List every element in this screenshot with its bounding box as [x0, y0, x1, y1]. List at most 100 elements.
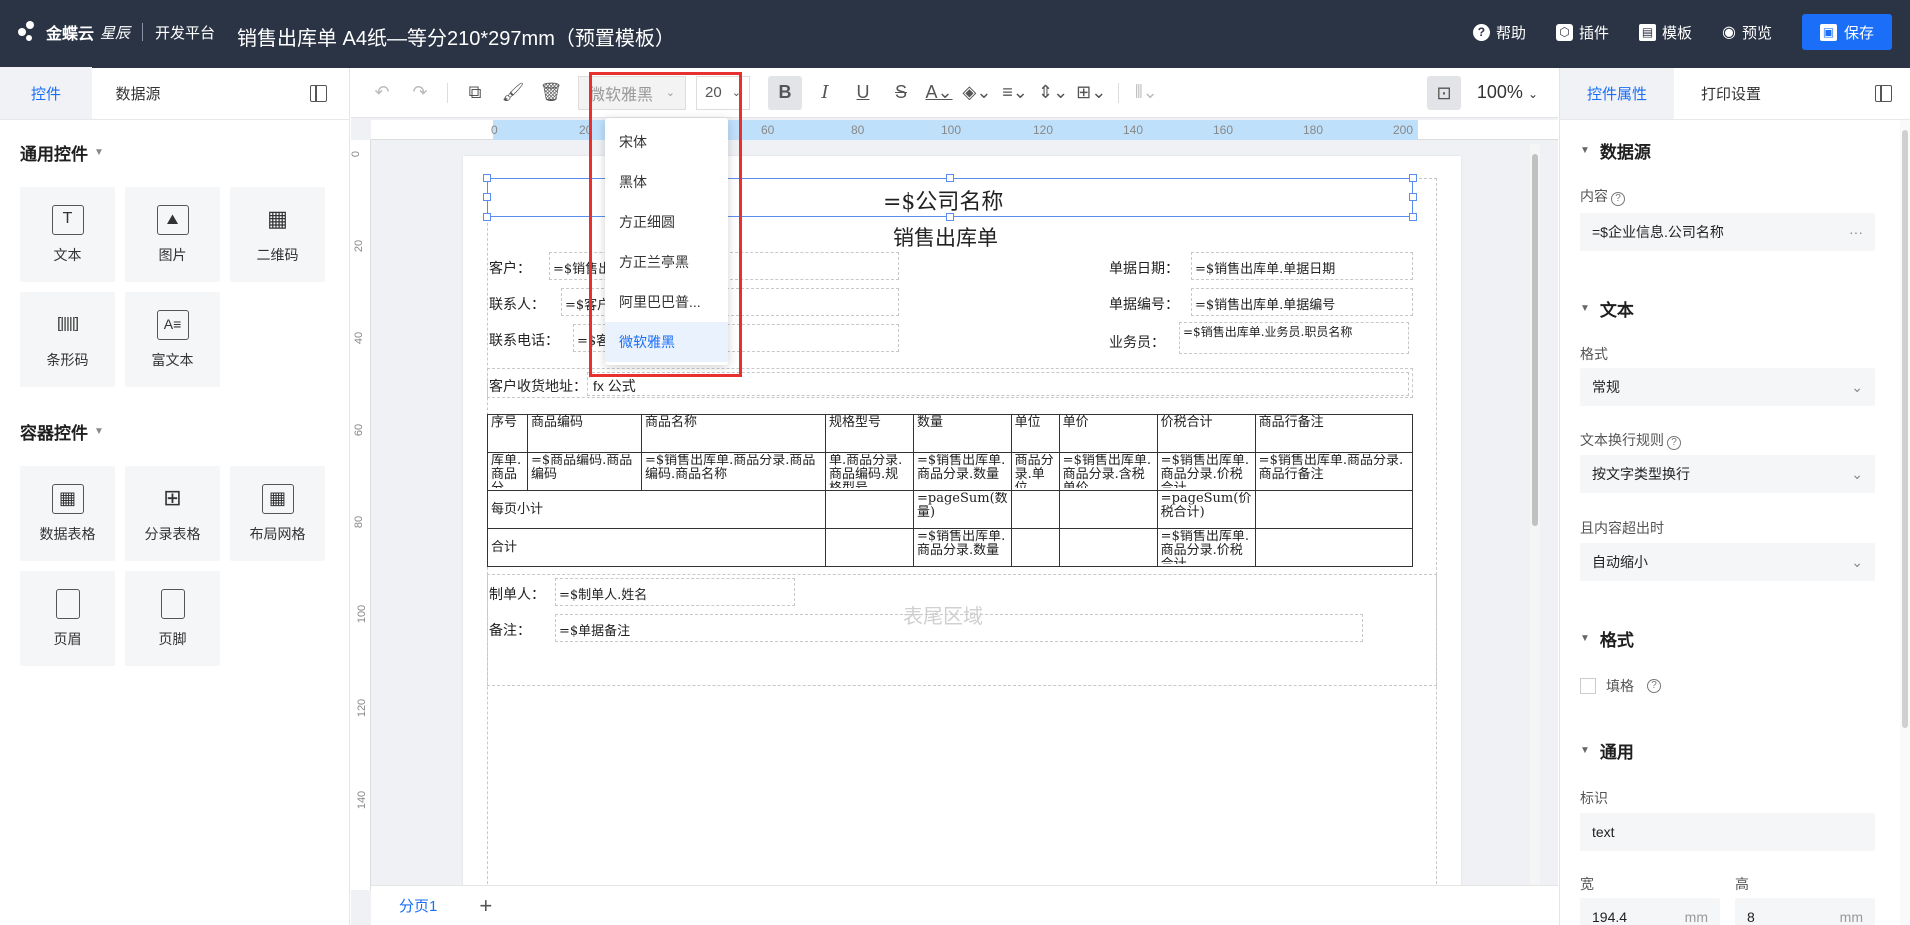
properties-scrollbar[interactable] [1900, 120, 1910, 925]
overflow-select[interactable]: 自动缩小 ⌄ [1580, 543, 1875, 581]
resize-handle[interactable] [483, 174, 491, 182]
control-barcode[interactable]: [|||||] 条形码 [20, 292, 115, 387]
scrollbar-thumb[interactable] [1902, 130, 1908, 728]
bold-icon[interactable]: B [768, 75, 802, 110]
date-value[interactable]: =$销售出库单.单据日期 [1195, 258, 1335, 277]
datasource-section-title[interactable]: ▼ 数据源 [1580, 138, 1651, 163]
number-label[interactable]: 单据编号： [1109, 294, 1179, 314]
table-cell[interactable] [1254, 490, 1414, 529]
font-size-select[interactable]: 20 ⌄ [696, 75, 750, 110]
general-section-title[interactable]: ▼ 通用 [1580, 738, 1634, 763]
template-button[interactable]: ▤ 模板 [1638, 22, 1692, 43]
resize-handle[interactable] [1409, 174, 1417, 182]
table-cell[interactable] [1010, 528, 1060, 567]
italic-icon[interactable]: I [810, 76, 840, 110]
content-field[interactable]: =$企业信息.公司名称 ··· [1580, 213, 1875, 251]
collapse-panel-icon[interactable] [310, 85, 327, 102]
contact-label[interactable]: 联系人： [489, 294, 545, 314]
zoom-select[interactable]: 100% ⌄ [1477, 82, 1538, 103]
resize-handle[interactable] [946, 174, 954, 182]
remark-value[interactable]: =$单据备注 [559, 620, 630, 639]
copy-icon[interactable]: ⧉ [460, 76, 490, 110]
underline-icon[interactable]: U [848, 76, 878, 110]
table-header-cell[interactable]: 商品编码 [527, 414, 642, 453]
salesman-value[interactable]: =$销售出库单.业务员.职员名称 [1183, 326, 1403, 354]
tab-datasource[interactable]: 数据源 [92, 67, 184, 119]
table-header-cell[interactable]: 单价 [1058, 414, 1158, 453]
table-cell[interactable] [825, 490, 914, 529]
control-footer[interactable]: 页脚 [125, 571, 220, 666]
table-cell[interactable]: =$销售出库单.商品分录.商品编码.商品名称 [641, 452, 826, 491]
border-icon[interactable]: ⊞⌄ [1076, 76, 1106, 110]
control-image[interactable]: ⛰ 图片 [125, 187, 220, 282]
total-label-cell[interactable]: 合计 [487, 528, 826, 567]
detail-table[interactable]: 序号 商品编码 商品名称 规格型号 数量 单位 单价 价税合计 商品行备注 库单… [487, 414, 1414, 567]
plugin-button[interactable]: ⬡ 插件 [1555, 22, 1609, 43]
help-circle-icon[interactable]: ? [1647, 679, 1661, 693]
font-option[interactable]: 方正兰亭黑 [605, 242, 728, 282]
table-header-cell[interactable]: 数量 [913, 414, 1012, 453]
document-heading[interactable]: 销售出库单 [893, 222, 998, 252]
canvas-scrollbar[interactable] [1530, 144, 1540, 904]
address-formula[interactable]: fx 公式 [593, 376, 636, 396]
strikethrough-icon[interactable]: S [886, 76, 916, 110]
table-cell[interactable] [1058, 490, 1158, 529]
align-icon[interactable]: ≡⌄ [1000, 76, 1030, 110]
address-label[interactable]: 客户收货地址： [489, 376, 584, 396]
wrap-rule-select[interactable]: 按文字类型换行 ⌄ [1580, 455, 1875, 493]
table-cell[interactable]: 商品分录.单位 [1010, 452, 1060, 491]
control-text[interactable]: T 文本 [20, 187, 115, 282]
common-controls-title[interactable]: 通用控件 ▼ [20, 140, 349, 165]
add-page-icon[interactable]: + [479, 893, 492, 919]
total-amount-cell[interactable]: =$销售出库单.商品分录.价税合计 [1156, 528, 1256, 567]
help-circle-icon[interactable]: ? [1611, 192, 1625, 206]
distribute-icon[interactable]: ⫴⌄ [1131, 76, 1161, 110]
undo-icon[interactable]: ↶ [367, 76, 397, 110]
customer-label[interactable]: 客户： [489, 258, 531, 278]
table-cell[interactable] [1010, 490, 1060, 529]
number-value[interactable]: =$销售出库单.单据编号 [1195, 294, 1335, 313]
format-section-title[interactable]: ▼ 格式 [1580, 626, 1634, 651]
date-label[interactable]: 单据日期： [1109, 258, 1179, 278]
font-option-selected[interactable]: 微软雅黑 [605, 322, 728, 362]
font-color-icon[interactable]: A⌄ [924, 76, 954, 110]
salesman-label[interactable]: 业务员： [1109, 332, 1165, 352]
table-header-cell[interactable]: 商品名称 [641, 414, 826, 453]
vertical-align-icon[interactable]: ⇕⌄ [1038, 76, 1068, 110]
subtotal-qty-cell[interactable]: =pageSum(数量) [913, 490, 1012, 529]
resize-handle[interactable] [1409, 213, 1417, 221]
table-cell[interactable]: =$销售出库单.商品分录.商品行备注 [1254, 452, 1414, 491]
table-cell[interactable]: 单.商品分录.商品编码.规格型号 [825, 452, 914, 491]
brand-logo[interactable]: 金蝶云 星辰 开发平台 [18, 20, 215, 44]
identifier-input[interactable]: text [1580, 813, 1875, 851]
table-header-cell[interactable]: 规格型号 [825, 414, 914, 453]
table-header-cell[interactable]: 价税合计 [1156, 414, 1256, 453]
format-select[interactable]: 常规 ⌄ [1580, 368, 1875, 406]
table-cell[interactable]: =$销售出库单.商品分录.含税单价 [1058, 452, 1158, 491]
control-layoutgrid[interactable]: ▦ 布局网格 [230, 466, 325, 561]
control-datatable[interactable]: ▦ 数据表格 [20, 466, 115, 561]
scrollbar-thumb[interactable] [1532, 154, 1538, 526]
help-circle-icon[interactable]: ? [1667, 436, 1681, 450]
maker-value[interactable]: =$制单人.姓名 [559, 584, 647, 603]
control-richtext[interactable]: A≡ 富文本 [125, 292, 220, 387]
table-cell[interactable]: =$销售出库单.商品分录.价税合计 [1156, 452, 1256, 491]
maker-label[interactable]: 制单人： [489, 584, 545, 604]
font-option[interactable]: 宋体 [605, 122, 728, 162]
control-header[interactable]: 页眉 [20, 571, 115, 666]
table-cell[interactable]: =$销售出库单.商品分录.数量 [913, 452, 1012, 491]
tab-control-properties[interactable]: 控件属性 [1560, 68, 1674, 119]
subtotal-amount-cell[interactable]: =pageSum(价税合计) [1156, 490, 1256, 529]
tab-page-1[interactable]: 分页1 [399, 895, 437, 916]
font-family-select[interactable]: 微软雅黑 ⌄ [578, 75, 686, 110]
control-entrytable[interactable]: ⊞ 分录表格 [125, 466, 220, 561]
table-cell[interactable]: 库单.商品分 [487, 452, 528, 491]
table-header-cell[interactable]: 商品行备注 [1254, 414, 1414, 453]
font-option[interactable]: 阿里巴巴普... [605, 282, 728, 322]
container-controls-title[interactable]: 容器控件 ▼ [20, 419, 349, 444]
remark-label[interactable]: 备注： [489, 620, 531, 640]
phone-label[interactable]: 联系电话： [489, 330, 559, 350]
company-name-field[interactable]: =$公司名称 [883, 184, 1003, 216]
fill-color-icon[interactable]: ◈⌄ [962, 76, 992, 110]
delete-icon[interactable]: 🗑 [536, 76, 566, 110]
